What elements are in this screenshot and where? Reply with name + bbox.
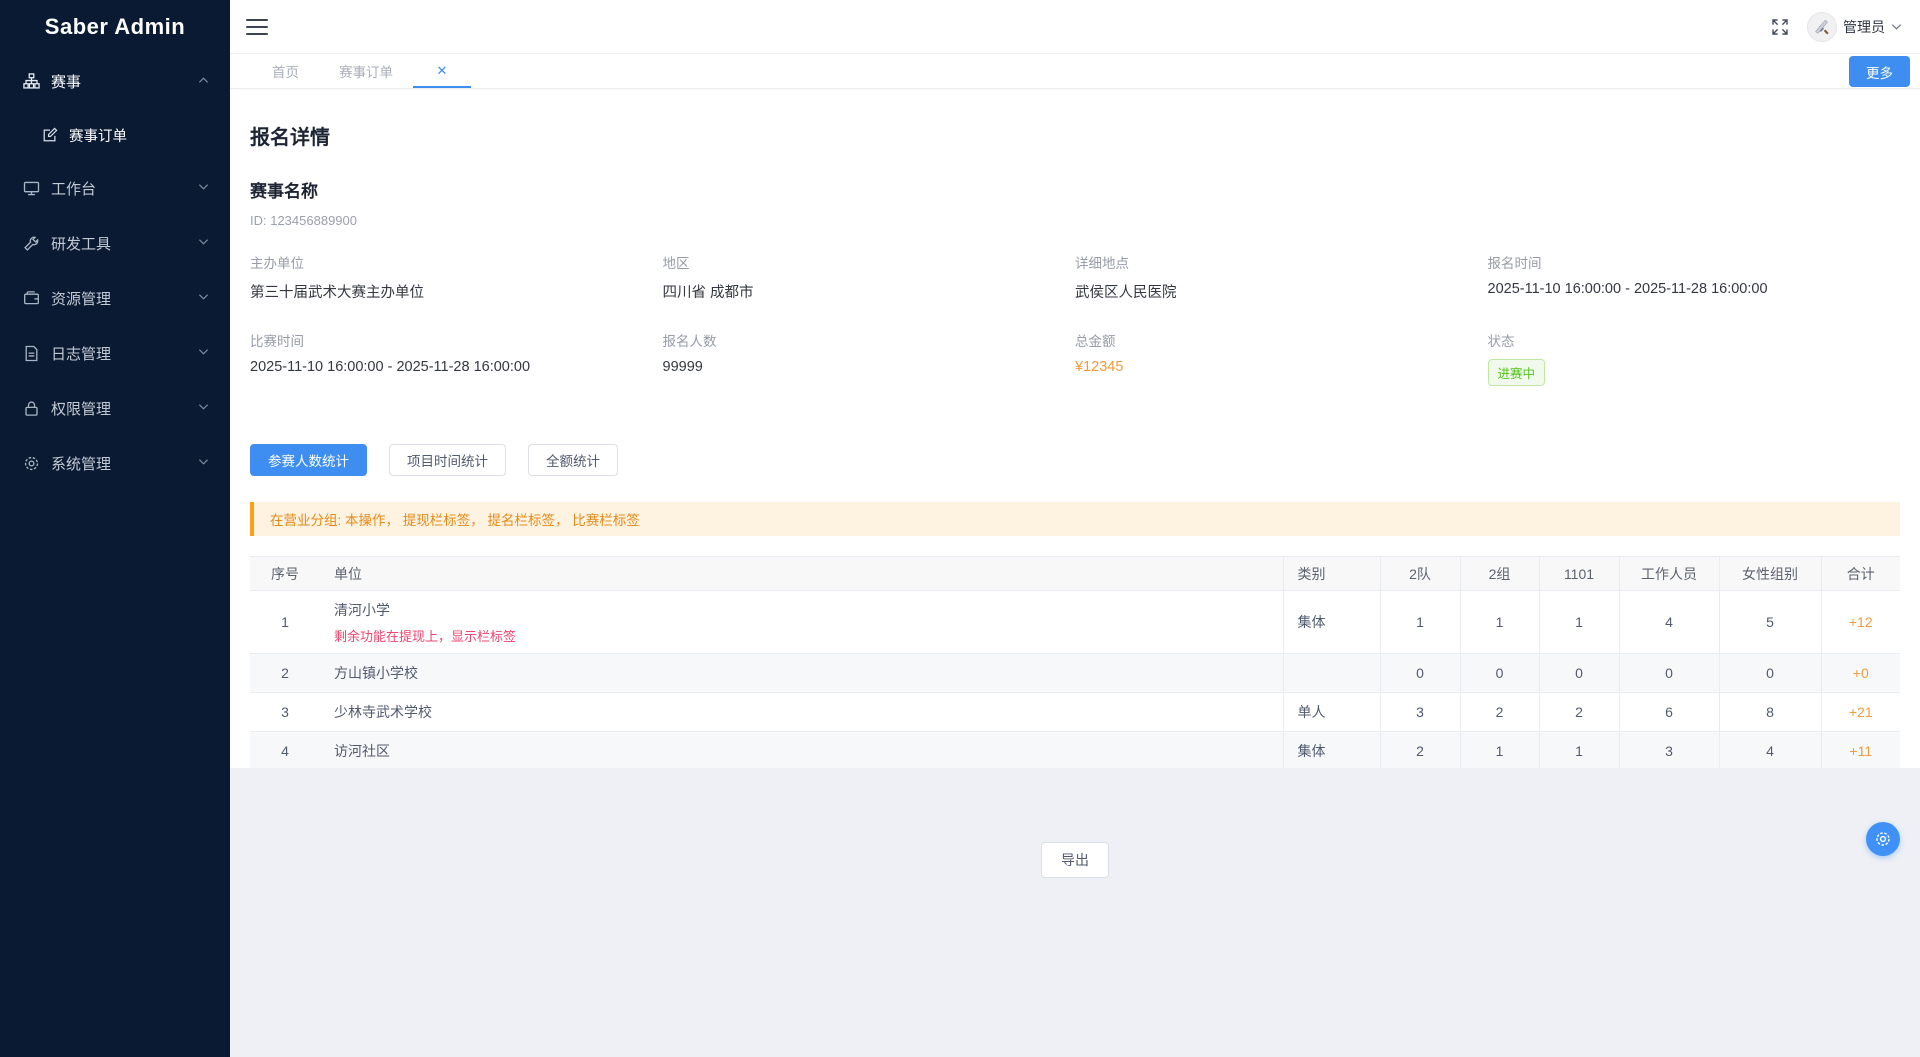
app-logo: Saber Admin (0, 0, 230, 54)
avatar (1807, 12, 1837, 42)
document-icon (22, 345, 40, 363)
sidebar-item-resources[interactable]: 资源管理 (0, 271, 230, 326)
sidebar-item-logs[interactable]: 日志管理 (0, 326, 230, 381)
sidebar-item-label: 工作台 (51, 178, 198, 199)
table-row[interactable]: 4 访河社区 集体 2 1 1 3 4 +11 (250, 732, 1900, 769)
field-region: 地区 四川省 成都市 (663, 252, 1076, 302)
chevron-down-icon (198, 403, 210, 415)
sidebar-item-dev-tools[interactable]: 研发工具 (0, 216, 230, 271)
chevron-down-icon (198, 183, 210, 195)
table-row[interactable]: 3 少林寺武术学校 单人 3 2 2 6 8 +21 (250, 693, 1900, 732)
chevron-down-icon (198, 458, 210, 470)
field-signup-time: 报名时间 2025-11-10 16:00:00 - 2025-11-28 16… (1488, 252, 1901, 302)
wallet-icon (22, 290, 40, 308)
field-total-amount: 总金额 ¥12345 (1075, 330, 1488, 386)
field-location: 详细地点 武侯区人民医院 (1075, 252, 1488, 302)
sidebar-item-label: 资源管理 (51, 288, 198, 309)
menu-toggle-icon[interactable] (246, 19, 268, 35)
table-row[interactable]: 2 方山镇小学校 0 0 0 0 0 +0 (250, 654, 1900, 693)
table-header-row: 序号 单位 类别 2队 2组 1101 工作人员 女性组别 合计 (250, 557, 1900, 591)
page-title: 报名详情 (250, 89, 1900, 150)
event-id: ID: 123456889900 (250, 213, 1900, 228)
tab-participant-stats[interactable]: 参赛人数统计 (250, 444, 367, 476)
sidebar-item-label: 系统管理 (51, 453, 198, 474)
field-status: 状态 进赛中 (1488, 330, 1901, 386)
detail-grid: 主办单位 第三十届武术大赛主办单位 地区 四川省 成都市 详细地点 武侯区人民医… (250, 252, 1900, 386)
stats-table: 序号 单位 类别 2队 2组 1101 工作人员 女性组别 合计 1 清河小学 … (250, 556, 1900, 768)
field-signup-count: 报名人数 99999 (663, 330, 1076, 386)
sidebar-item-event-orders[interactable]: 赛事订单 (0, 109, 230, 161)
gear-icon (22, 455, 40, 473)
export-button[interactable]: 导出 (1041, 842, 1109, 878)
sidebar-item-permissions[interactable]: 权限管理 (0, 381, 230, 436)
user-name: 管理员 (1843, 17, 1885, 37)
tab-active[interactable]: ✕ (413, 54, 471, 88)
sidebar-item-label: 研发工具 (51, 233, 198, 254)
table-row[interactable]: 1 清河小学 剩余功能在提现上，显示栏标签 集体 1 1 1 4 5 +12 (250, 591, 1900, 654)
user-menu[interactable]: 管理员 (1807, 12, 1902, 42)
unit-name: 访河社区 (320, 732, 1283, 769)
chevron-down-icon (198, 238, 210, 250)
warning-alert: 在营业分组: 本操作， 提现栏标签， 提名栏标签， 比赛栏标签 (250, 502, 1900, 536)
settings-fab[interactable] (1866, 822, 1900, 856)
sidebar-item-system[interactable]: 系统管理 (0, 436, 230, 491)
stats-tab-row: 参赛人数统计 项目时间统计 全额统计 (250, 444, 1900, 476)
gear-icon (1874, 830, 1892, 848)
sidebar-item-label: 赛事 (51, 71, 198, 92)
topbar: 管理员 (230, 0, 1920, 54)
sitemap-icon (22, 73, 40, 91)
wrench-icon (22, 235, 40, 253)
more-button[interactable]: 更多 (1849, 56, 1910, 87)
sidebar: Saber Admin 赛事 赛事订单 工作台 (0, 0, 230, 1057)
tab-event-orders[interactable]: 赛事订单 (319, 54, 413, 88)
field-match-time: 比赛时间 2025-11-10 16:00:00 - 2025-11-28 16… (250, 330, 663, 386)
sidebar-subitem-label: 赛事订单 (69, 125, 127, 146)
tab-bar: 首页 赛事订单 ✕ 更多 (230, 54, 1920, 89)
amount-value: ¥12345 (1075, 359, 1488, 375)
detail-card: 报名详情 赛事名称 ID: 123456889900 主办单位 第三十届武术大赛… (230, 89, 1920, 768)
unit-name: 少林寺武术学校 (320, 693, 1283, 732)
tab-amount-stats[interactable]: 全额统计 (528, 444, 618, 476)
sidebar-item-label: 日志管理 (51, 343, 198, 364)
main-area: 管理员 首页 赛事订单 ✕ 更多 报名详情 赛事名称 ID: 123456889… (230, 0, 1920, 1057)
field-organizer: 主办单位 第三十届武术大赛主办单位 (250, 252, 663, 302)
fullscreen-icon[interactable] (1771, 18, 1789, 36)
unit-note: 剩余功能在提现上，显示栏标签 (334, 626, 1283, 645)
chevron-up-icon (198, 76, 210, 88)
tab-project-time-stats[interactable]: 项目时间统计 (389, 444, 506, 476)
monitor-icon (22, 180, 40, 198)
edit-doc-icon (42, 127, 59, 144)
unit-name: 清河小学 (334, 600, 1283, 620)
sidebar-item-label: 权限管理 (51, 398, 198, 419)
chevron-down-icon (198, 348, 210, 360)
close-icon[interactable]: ✕ (437, 64, 448, 77)
event-name: 赛事名称 (250, 177, 1900, 202)
sidebar-item-events[interactable]: 赛事 (0, 54, 230, 109)
sidebar-item-workbench[interactable]: 工作台 (0, 161, 230, 216)
status-badge: 进赛中 (1488, 359, 1546, 386)
tab-home[interactable]: 首页 (252, 54, 319, 88)
unit-name: 方山镇小学校 (320, 654, 1283, 693)
export-area: 导出 (230, 768, 1920, 878)
chevron-down-icon (1891, 23, 1902, 31)
lock-icon (22, 400, 40, 418)
chevron-down-icon (198, 293, 210, 305)
